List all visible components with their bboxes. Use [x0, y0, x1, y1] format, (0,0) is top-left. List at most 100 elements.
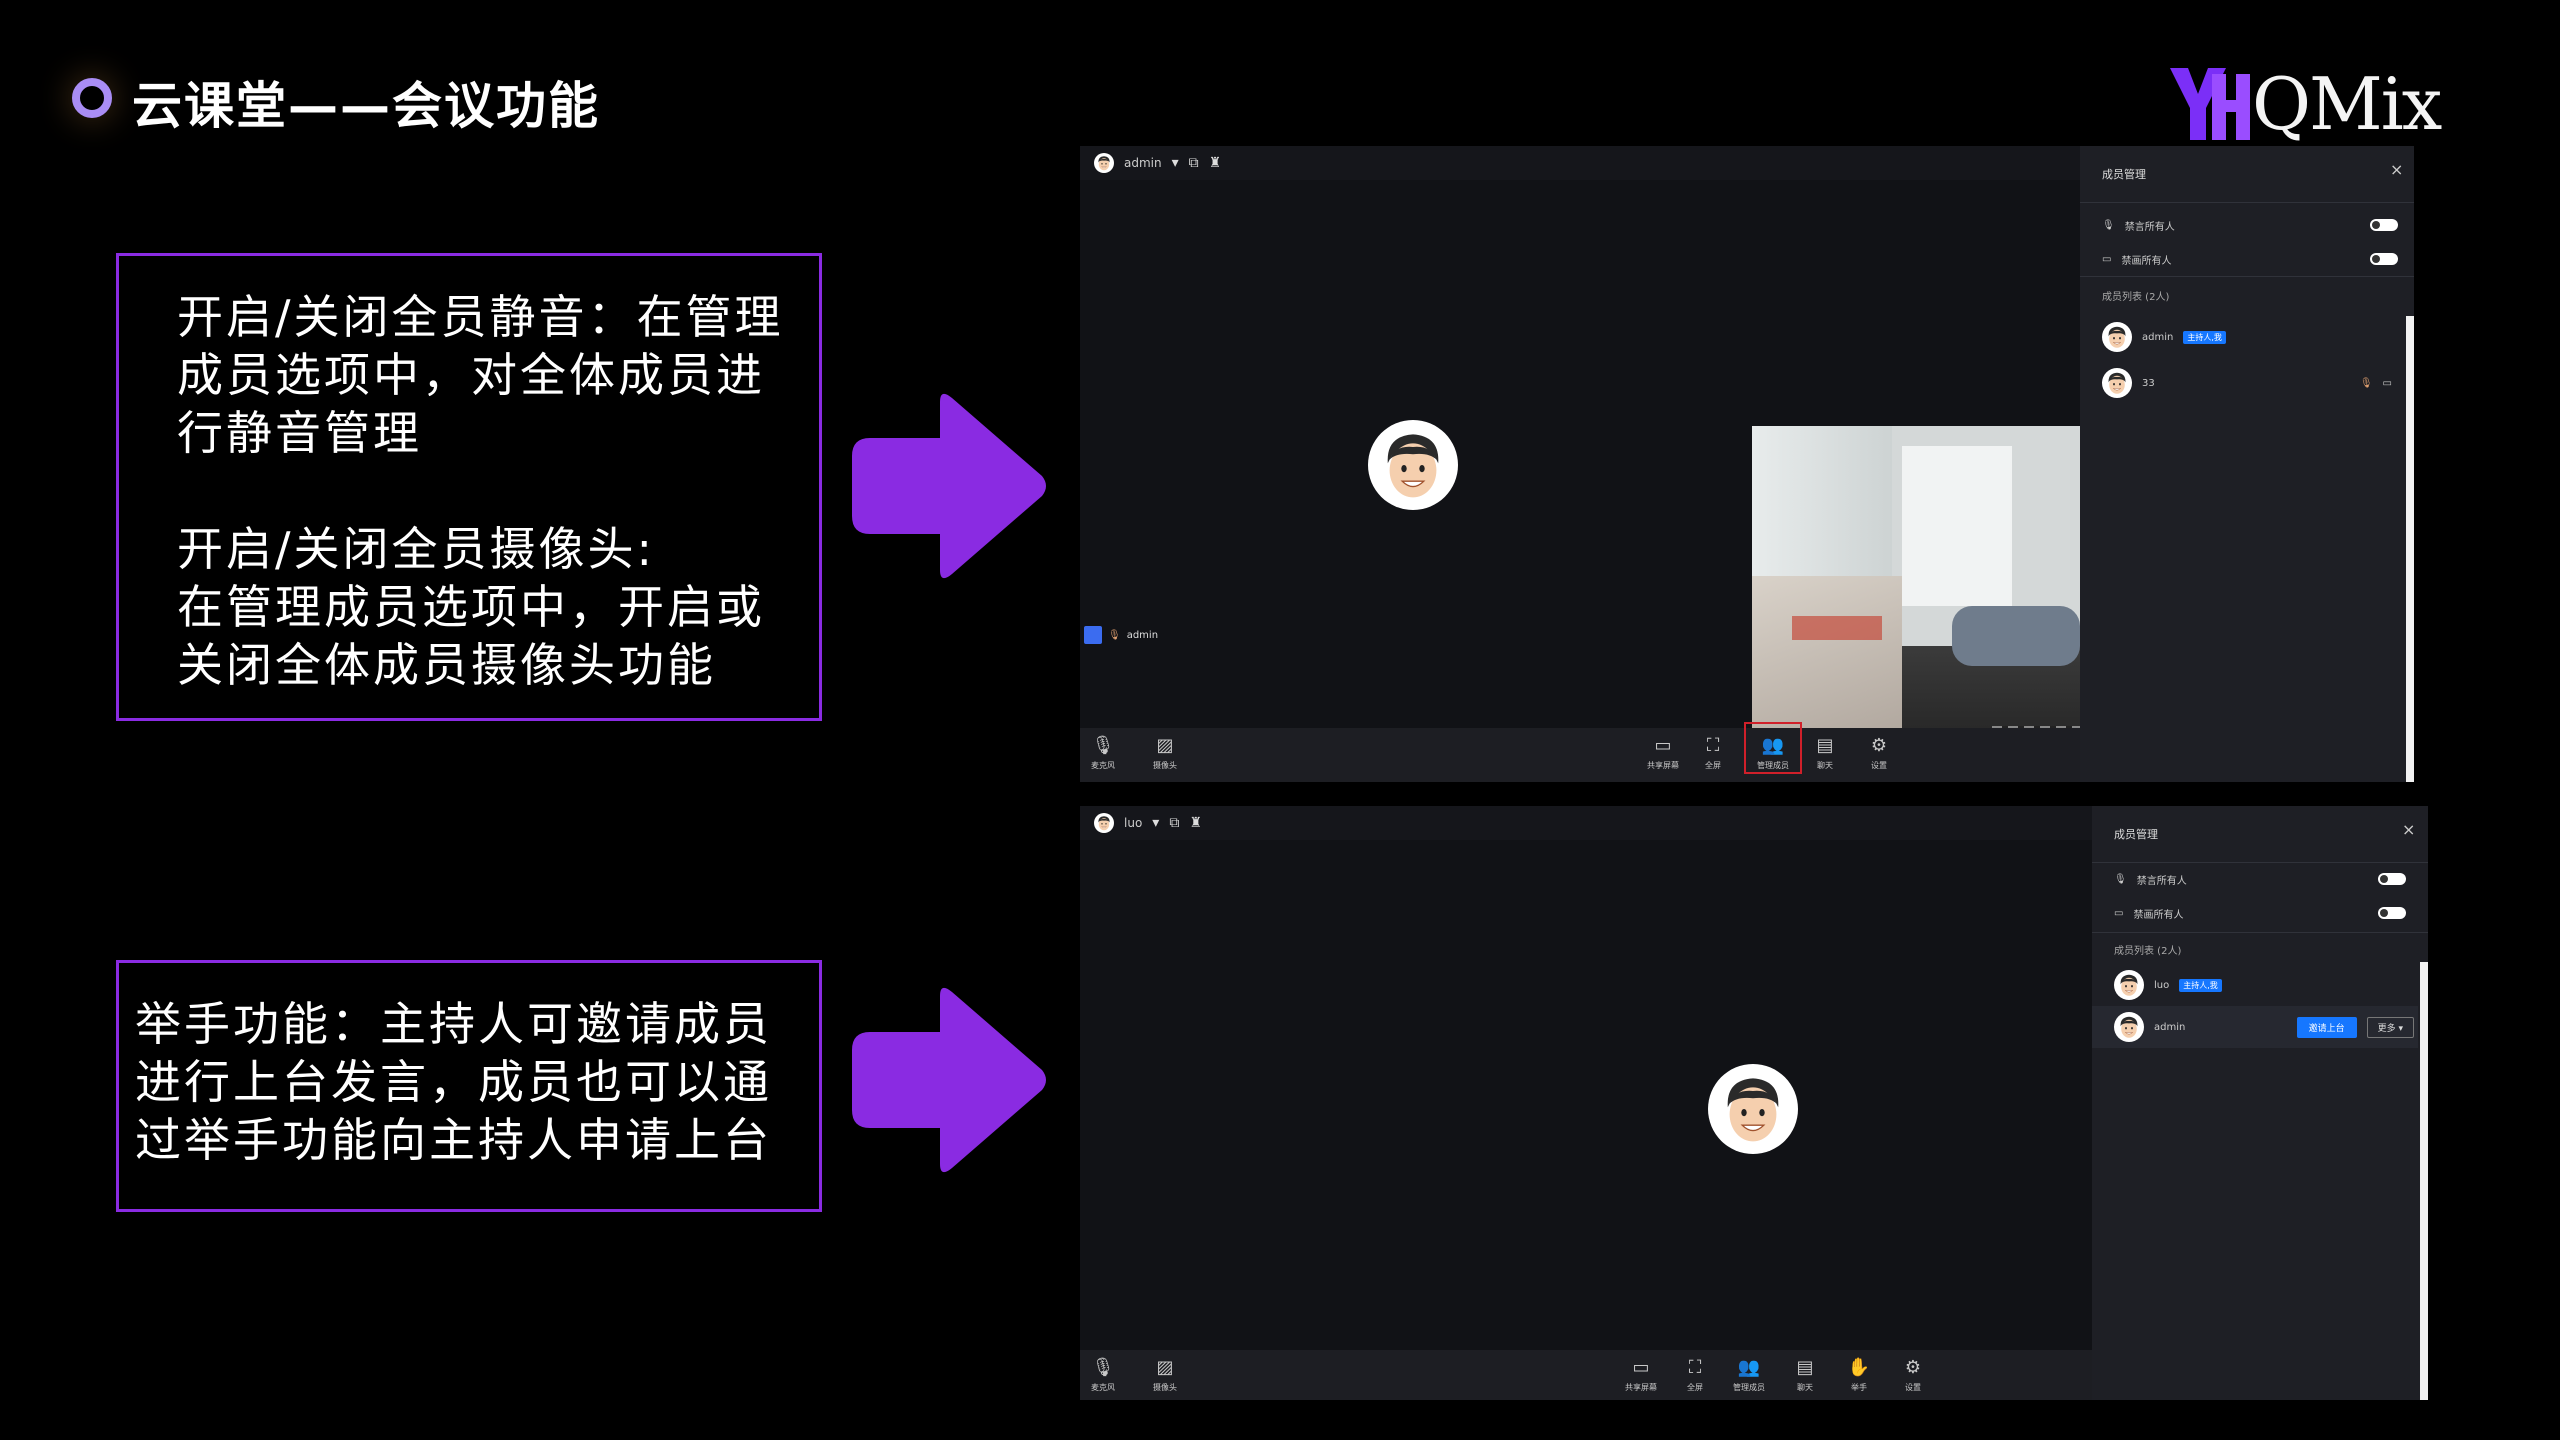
copy-icon[interactable]: ⧉ — [1189, 155, 1199, 171]
camera-all-toggle[interactable] — [2378, 907, 2406, 919]
mic-icon: 🎙 — [2114, 874, 2127, 885]
meeting-top-bar: admin ▾ ⧉ ♜ — [1080, 146, 1221, 180]
screen-share-icon: ▭ — [1632, 1357, 1650, 1378]
copy-icon[interactable]: ⧉ — [1169, 815, 1179, 831]
feature-text: 进行上台发言，成员也可以通 — [135, 1055, 772, 1109]
feature-text: 关闭全体成员摄像头功能 — [177, 638, 716, 692]
page-title: 云课堂——会议功能 — [132, 77, 600, 135]
avatar[interactable] — [1094, 153, 1114, 173]
meeting-screenshot-manage-members: admin ▾ ⧉ ♜ 🎙 admin 🎙 33 🎙麦克风 ▨摄像头 — [1080, 146, 2414, 782]
user-icon — [1084, 626, 1102, 644]
feature-text: 在管理成员选项中，开启或 — [177, 580, 765, 634]
mic-icon: 🎙 — [1091, 735, 1115, 756]
chevron-down-icon[interactable]: ▾ — [1152, 815, 1159, 831]
video-stage: 🎙 admin 🎙 33 — [1080, 180, 2080, 782]
logo: QMix — [2166, 60, 2478, 150]
fullscreen-button[interactable]: ⛶ 全屏 — [1690, 736, 1736, 771]
member-list-title: 成员列表 (2人) — [2114, 946, 2182, 957]
close-icon[interactable]: × — [2390, 160, 2403, 179]
camera-off-icon: ▨ — [1156, 735, 1174, 756]
meeting-toolbar: 🎙 麦克风 ▨ 摄像头 ▭ 共享屏幕 ⛶ 全屏 👥 管理成员 ▤ 聊天 ⚙ 设置 — [1080, 722, 2080, 782]
settings-button[interactable]: ⚙ 设置 — [1890, 1358, 1936, 1393]
meeting-toolbar: 🎙 麦克风 ▨ 摄像头 ▭ 共享屏幕 ⛶ 全屏 👥 管理成员 ▤ 聊天 ✋ 举手 ⚙ 设置 — [1080, 1350, 2092, 1400]
meeting-top-bar: luo ▾ ⧉ ♜ — [1080, 806, 1202, 840]
list-item[interactable]: 33 🎙 ▭ — [2102, 368, 2392, 398]
avatar[interactable] — [1094, 813, 1114, 833]
screen-share-button[interactable]: ▭ 共享屏幕 — [1618, 1358, 1664, 1393]
mic-off-icon: 🎙 — [1108, 629, 1121, 641]
chat-icon: ▤ — [1816, 735, 1834, 756]
mic-icon: 🎙 — [1091, 1357, 1115, 1378]
avatar — [1708, 1064, 1798, 1154]
mute-all-toggle[interactable] — [2378, 873, 2406, 885]
invite-on-stage-button[interactable]: 邀请上台 — [2296, 1016, 2357, 1038]
host-badge: 主持人,我 — [2179, 978, 2222, 992]
scrollbar[interactable] — [2420, 962, 2428, 1400]
mic-off-icon[interactable]: 🎙 — [2360, 378, 2373, 389]
raise-hand-button[interactable]: ✋ 举手 — [1836, 1358, 1882, 1393]
fullscreen-icon: ⛶ — [1706, 735, 1720, 756]
manage-members-button[interactable]: 👥 管理成员 — [1726, 1358, 1772, 1393]
camera-all-row: ▭ 禁画所有人 — [2114, 908, 2184, 921]
panel-title: 成员管理 — [2114, 828, 2158, 841]
feature-text: 过举手功能向主持人申请上台 — [135, 1113, 772, 1167]
feature-text: 开启/关闭全员静音：在管理 — [177, 290, 784, 344]
arrow-right-icon — [852, 393, 1046, 579]
members-icon: 👥 — [1761, 735, 1785, 756]
panel-title: 成员管理 — [2102, 168, 2146, 181]
mic-icon: 🎙 — [2102, 220, 2115, 231]
feature-text: 开启/关闭全员摄像头: — [177, 522, 655, 576]
arrow-right-icon — [852, 987, 1046, 1173]
camera-off-icon[interactable]: ▭ — [2383, 378, 2392, 389]
gear-icon: ⚙ — [1904, 1357, 1922, 1378]
user-name[interactable]: luo — [1124, 816, 1142, 830]
close-icon[interactable]: × — [2402, 820, 2415, 839]
avatar — [2102, 368, 2132, 398]
camera-button[interactable]: ▨ 摄像头 — [1142, 736, 1188, 771]
avatar — [2102, 322, 2132, 352]
shirt-icon[interactable]: ♜ — [1189, 815, 1202, 831]
list-item[interactable]: luo 主持人,我 — [2114, 970, 2222, 1000]
settings-button[interactable]: ⚙ 设置 — [1856, 736, 1902, 771]
manage-members-button[interactable]: 👥 管理成员 — [1744, 722, 1802, 774]
chevron-down-icon[interactable]: ▾ — [1172, 155, 1179, 171]
title-bullet-icon — [72, 78, 112, 118]
feature-box-mute-camera: 开启/关闭全员静音：在管理 成员选项中，对全体成员进 行静音管理 开启/关闭全员… — [116, 253, 822, 721]
shirt-icon[interactable]: ♜ — [1209, 155, 1222, 171]
mute-all-toggle[interactable] — [2370, 219, 2398, 231]
avatar — [1368, 420, 1458, 510]
logo-text: QMix — [2252, 62, 2442, 146]
mute-all-row: 🎙 禁言所有人 — [2102, 220, 2175, 233]
list-item[interactable]: admin 主持人,我 — [2102, 322, 2226, 352]
more-dropdown[interactable]: 更多 ▾ — [2366, 1016, 2414, 1038]
feature-text: 举手功能：主持人可邀请成员 — [135, 997, 772, 1051]
scrollbar[interactable] — [2406, 316, 2414, 782]
video-stage — [1080, 840, 2092, 1350]
participant-name-tag: 🎙 admin — [1084, 626, 1158, 644]
camera-icon: ▭ — [2114, 908, 2124, 919]
camera-off-icon: ▨ — [1156, 1357, 1174, 1378]
fullscreen-button[interactable]: ⛶ 全屏 — [1672, 1358, 1718, 1393]
camera-all-toggle[interactable] — [2370, 253, 2398, 265]
mute-all-row: 🎙 禁言所有人 — [2114, 874, 2187, 887]
camera-button[interactable]: ▨ 摄像头 — [1142, 1358, 1188, 1393]
chat-button[interactable]: ▤ 聊天 — [1802, 736, 1848, 771]
members-icon: 👥 — [1737, 1357, 1761, 1378]
fullscreen-icon: ⛶ — [1688, 1357, 1702, 1378]
screen-share-icon: ▭ — [1654, 735, 1672, 756]
mic-button[interactable]: 🎙 麦克风 — [1080, 1358, 1126, 1393]
raise-hand-icon: ✋ — [1847, 1357, 1871, 1378]
screen-share-button[interactable]: ▭ 共享屏幕 — [1640, 736, 1686, 771]
mic-button[interactable]: 🎙 麦克风 — [1080, 736, 1126, 771]
user-name[interactable]: admin — [1124, 156, 1162, 170]
camera-icon: ▭ — [2102, 254, 2112, 265]
list-item[interactable]: admin 邀请上台 更多 ▾ — [2114, 1012, 2414, 1042]
logo-mark-icon — [2170, 68, 2250, 140]
feature-box-raise-hand: 举手功能：主持人可邀请成员 进行上台发言，成员也可以通 过举手功能向主持人申请上… — [116, 960, 822, 1212]
chat-button[interactable]: ▤ 聊天 — [1782, 1358, 1828, 1393]
chat-icon: ▤ — [1796, 1357, 1814, 1378]
gear-icon: ⚙ — [1870, 735, 1888, 756]
feature-text: 成员选项中，对全体成员进 — [177, 348, 765, 402]
member-list-title: 成员列表 (2人) — [2102, 292, 2170, 303]
member-management-panel: 成员管理 × 🎙 禁言所有人 ▭ 禁画所有人 成员列表 (2人) admin 主持人… — [2080, 146, 2414, 782]
